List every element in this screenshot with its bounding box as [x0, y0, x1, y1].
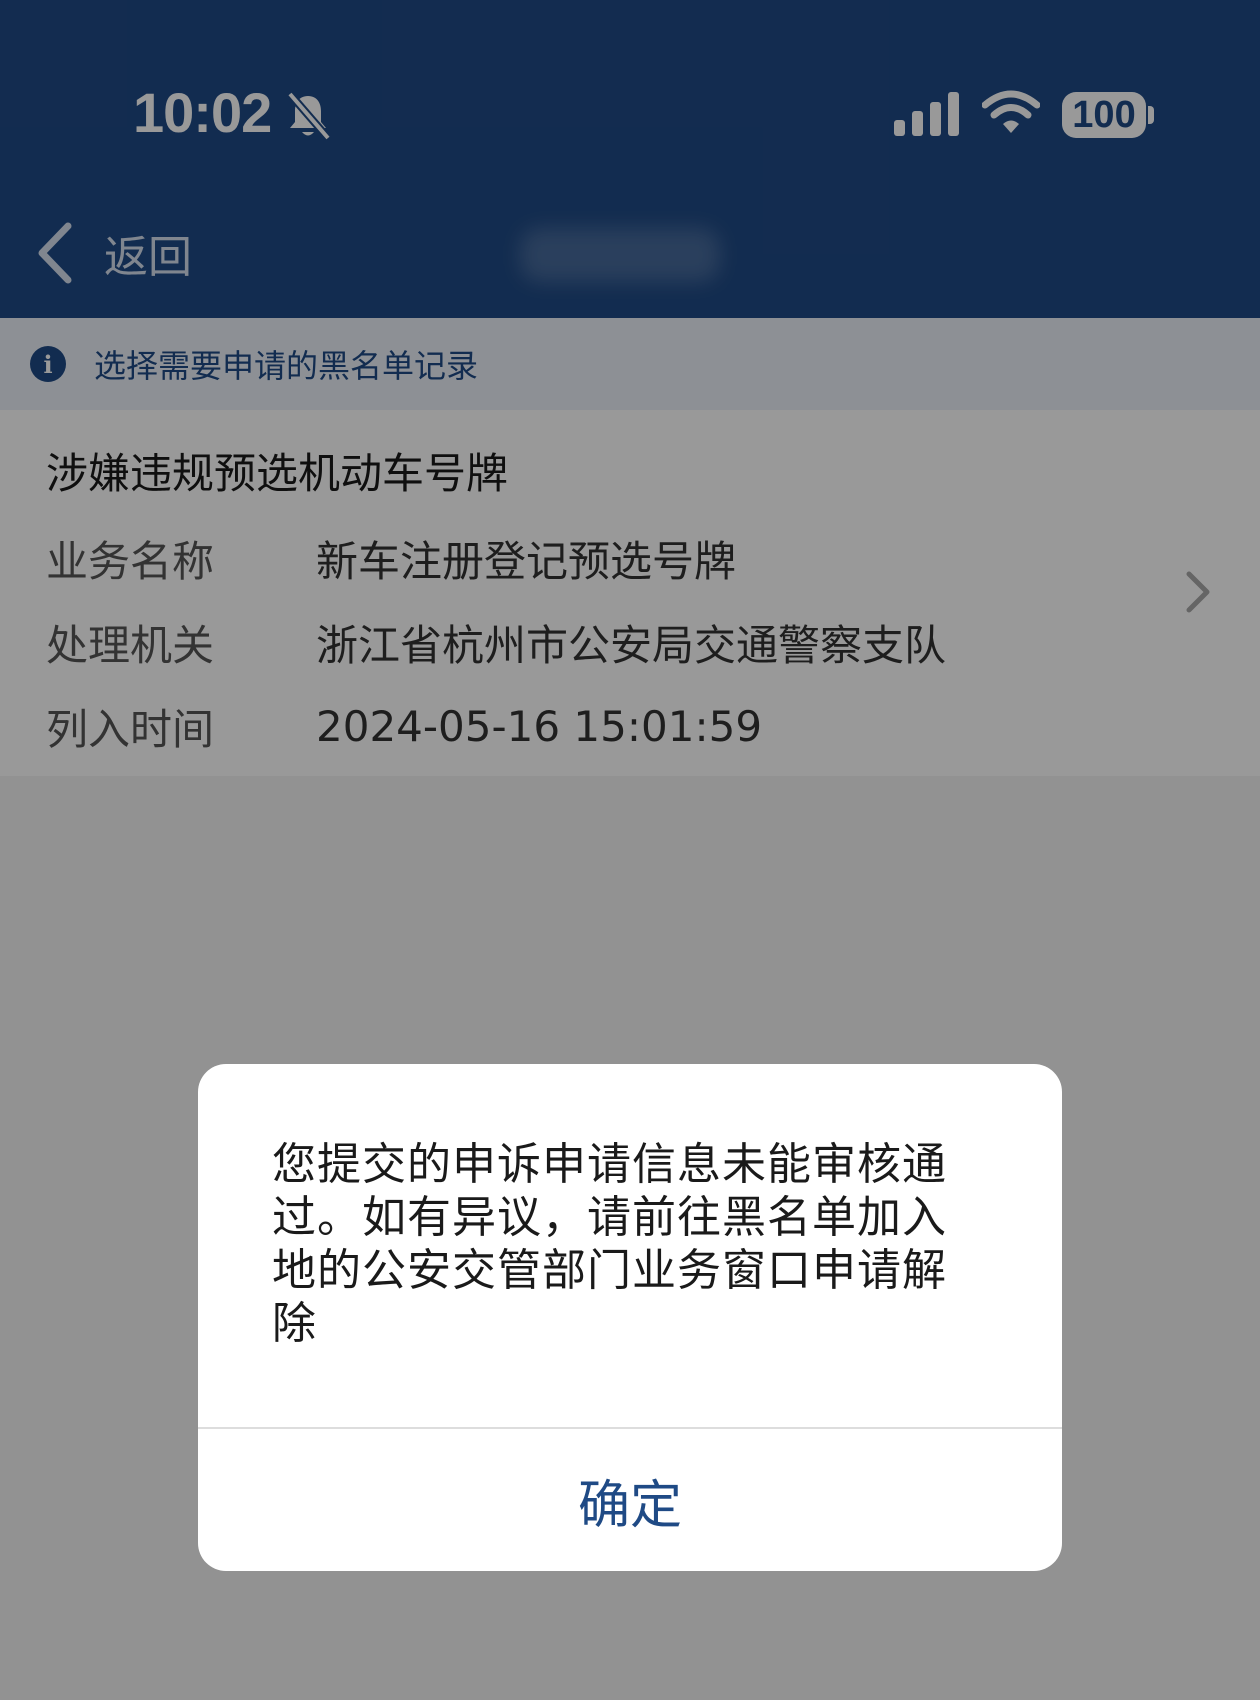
dialog-message: 您提交的申诉申请信息未能审核通过。如有异议，请前往黑名单加入地的公安交管部门业务… [272, 1139, 947, 1349]
confirm-button[interactable]: 确定 [198, 1429, 1062, 1571]
alert-dialog: 您提交的申诉申请信息未能审核通过。如有异议，请前往黑名单加入地的公安交管部门业务… [198, 1064, 1062, 1571]
